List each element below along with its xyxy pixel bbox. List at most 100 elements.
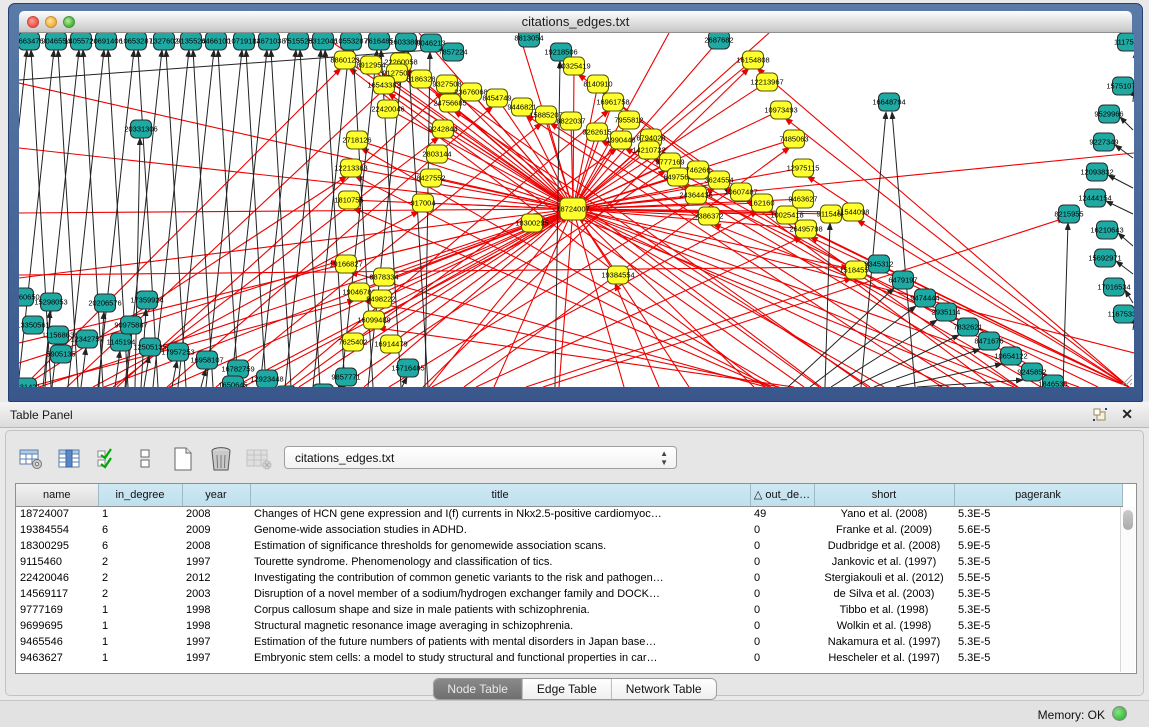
- graph-node-2935114[interactable]: 2935114: [932, 303, 961, 321]
- graph-node-8471676[interactable]: 8471676: [974, 332, 1003, 350]
- graph-node-9474444[interactable]: 9474444: [910, 289, 939, 307]
- graph-node-19166827[interactable]: 19166827: [329, 255, 362, 273]
- graph-node-9245852[interactable]: 9245852: [1017, 363, 1046, 381]
- graph-node-1663476[interactable]: 1663476: [19, 33, 44, 50]
- graph-node-12975115[interactable]: 12975115: [787, 159, 820, 177]
- graph-node-9345312[interactable]: 9345312: [864, 255, 893, 273]
- graph-node-7386372[interactable]: 7386372: [694, 207, 723, 225]
- graph-node-8912954[interactable]: 8912954: [356, 56, 385, 74]
- column-header-short[interactable]: short: [814, 484, 954, 506]
- graph-node-12093832[interactable]: 12093832: [1080, 163, 1113, 181]
- tab-edge-table[interactable]: Edge Table: [523, 679, 612, 699]
- graph-node-162160[interactable]: 162160: [749, 194, 774, 212]
- graph-node-1145194[interactable]: 1145194: [107, 333, 136, 351]
- table-header-row[interactable]: namein_degreeyeartitle△ out_de…shortpage…: [16, 484, 1122, 506]
- graph-node-3624554[interactable]: 3624554: [704, 171, 733, 189]
- graph-node-17359924[interactable]: 17359924: [130, 291, 163, 309]
- graph-node-9857771[interactable]: 9857771: [331, 368, 360, 386]
- column-header-pagerank[interactable]: pagerank: [954, 484, 1122, 506]
- graph-node-1810755[interactable]: 1810755: [334, 191, 363, 209]
- table-scrollbar-thumb[interactable]: [1123, 510, 1133, 530]
- select-rows-icon[interactable]: [94, 447, 120, 471]
- graph-node-9498222[interactable]: 9498222: [366, 290, 395, 308]
- graph-node-7857224[interactable]: 7857224: [438, 43, 467, 61]
- graph-node-2803144[interactable]: 2803144: [422, 145, 451, 163]
- delete-column-icon[interactable]: [246, 447, 272, 471]
- close-icon[interactable]: ✕: [1121, 406, 1133, 423]
- table-row[interactable]: 1830029562008Estimation of significance …: [16, 538, 1122, 554]
- graph-node-11675338[interactable]: 11675338: [1108, 305, 1134, 323]
- graph-node-8215955[interactable]: 8215955: [1054, 205, 1083, 223]
- graph-node-6479197[interactable]: 6479197: [888, 271, 917, 289]
- graph-node-18724007[interactable]: 18724007: [556, 198, 589, 220]
- table-row[interactable]: 911546021997Tourette syndrome. Phenomeno…: [16, 554, 1122, 570]
- graph-node-917004[interactable]: 917004: [410, 194, 435, 212]
- graph-node-15716485[interactable]: 15716485: [391, 359, 424, 377]
- column-header-out_de[interactable]: △ out_de…: [750, 484, 814, 506]
- graph-node-12213967[interactable]: 12213967: [750, 73, 783, 91]
- graph-node-8140910[interactable]: 8140910: [583, 75, 612, 93]
- graph-node-8822037[interactable]: 8822037: [556, 112, 585, 130]
- table-row[interactable]: 1872400712008Changes of HCN gene express…: [16, 506, 1122, 522]
- graph-node-15692971[interactable]: 15692971: [1088, 249, 1121, 267]
- graph-node-16648794[interactable]: 16648794: [872, 93, 905, 111]
- resize-grip-icon[interactable]: [1119, 372, 1133, 386]
- graph-node-12923448[interactable]: 12923448: [250, 370, 283, 387]
- graph-node-20691406[interactable]: 20691406: [89, 33, 122, 50]
- graph-node-1990448[interactable]: 1990448: [606, 131, 635, 149]
- graph-node-15751074[interactable]: 15751074: [1106, 77, 1134, 95]
- graph-node-10653287[interactable]: 10653287: [119, 33, 152, 50]
- graph-node-17016534[interactable]: 17016534: [1097, 278, 1130, 296]
- graph-node-2687682[interactable]: 2687682: [704, 33, 733, 49]
- graph-node-8860123[interactable]: 8860123: [330, 51, 359, 69]
- graph-node-9463627[interactable]: 9463627: [788, 190, 817, 208]
- graph-node-16154808[interactable]: 16154808: [736, 51, 769, 69]
- graph-node-8427552[interactable]: 8427552: [416, 169, 445, 187]
- graph-node-10973493[interactable]: 10973493: [764, 101, 797, 119]
- graph-node-9529966[interactable]: 9529966: [1094, 105, 1123, 123]
- table-row[interactable]: 1456911722003Disruption of a novel membe…: [16, 586, 1122, 602]
- graph-node-10654122[interactable]: 10654122: [994, 347, 1027, 365]
- graph-node-6466100[interactable]: 6466100: [201, 33, 230, 50]
- table-row[interactable]: 946362711997Embryonic stem cells: a mode…: [16, 650, 1122, 666]
- delete-table-icon[interactable]: [208, 447, 234, 471]
- column-header-title[interactable]: title: [250, 484, 750, 506]
- column-header-name[interactable]: name: [16, 484, 98, 506]
- column-header-year[interactable]: year: [182, 484, 250, 506]
- graph-node-9227349[interactable]: 9227349: [1089, 133, 1118, 151]
- graph-node-5905135[interactable]: 5905135: [46, 345, 75, 363]
- graph-node-9831421[interactable]: 9831421: [19, 378, 41, 387]
- merge-tables-icon[interactable]: [132, 447, 158, 471]
- tab-network-table[interactable]: Network Table: [612, 679, 716, 699]
- citation-network-graph[interactable]: 1663476904655414055724206914061065328713…: [19, 33, 1134, 387]
- graph-node-7832621[interactable]: 7832621: [953, 318, 982, 336]
- graph-node-12544121[interactable]: 12544121: [306, 384, 339, 387]
- table-selector-dropdown[interactable]: citations_edges.txt ▲▼: [284, 446, 677, 469]
- graph-node-16914479[interactable]: 16914479: [374, 335, 407, 353]
- graph-node-7485063[interactable]: 7485063: [779, 130, 808, 148]
- new-table-icon[interactable]: [170, 447, 196, 471]
- graph-node-1117533[interactable]: 1117533: [1114, 33, 1134, 51]
- graph-nodes[interactable]: 1663476904655414055724206914061065328713…: [19, 33, 1134, 387]
- graph-node-7955812[interactable]: 7955812: [614, 111, 643, 129]
- graph-window-titlebar[interactable]: citations_edges.txt: [19, 11, 1132, 33]
- column-header-in_degree[interactable]: in_degree: [98, 484, 182, 506]
- graph-node-8878334[interactable]: 8878334: [369, 268, 398, 286]
- select-columns-icon[interactable]: [56, 447, 82, 471]
- graph-node-2718126[interactable]: 2718126: [342, 131, 371, 149]
- graph-node-9242844[interactable]: 9242844: [428, 120, 457, 138]
- node-table[interactable]: namein_degreeyeartitle△ out_de…shortpage…: [15, 483, 1137, 674]
- graph-node-8186328[interactable]: 8186328: [406, 70, 435, 88]
- tab-node-table[interactable]: Node Table: [433, 679, 523, 699]
- graph-node-16210643[interactable]: 16210643: [1090, 221, 1123, 239]
- table-scrollbar[interactable]: [1120, 507, 1135, 672]
- table-row[interactable]: 969969511998Structural magnetic resonanc…: [16, 618, 1122, 634]
- graph-node-20206576[interactable]: 20206576: [88, 294, 121, 312]
- graph-node-1327602[interactable]: 1327602: [149, 33, 178, 50]
- table-row[interactable]: 1938455462009Genome-wide association stu…: [16, 522, 1122, 538]
- graph-node-7625402[interactable]: 7625402: [338, 333, 367, 351]
- table-settings-icon[interactable]: [18, 447, 44, 471]
- graph-node-12444154[interactable]: 12444154: [1078, 189, 1111, 207]
- graph-node-8813054[interactable]: 8813054: [514, 33, 543, 47]
- graph-node-8312046[interactable]: 8312046: [308, 33, 337, 50]
